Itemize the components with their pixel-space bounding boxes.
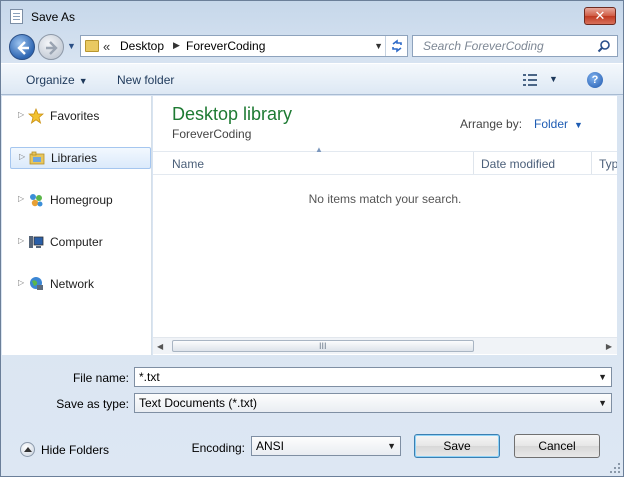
refresh-button[interactable] — [385, 36, 407, 56]
column-name[interactable]: Name — [172, 152, 204, 174]
forward-arrow-icon — [46, 41, 58, 55]
expand-arrow-icon[interactable]: ▷ — [18, 110, 24, 119]
breadcrumb-desktop[interactable]: Desktop — [120, 39, 164, 53]
resize-grip-icon[interactable] — [609, 462, 621, 474]
arrange-by-value: Folder — [534, 117, 569, 131]
hide-folders-label: Hide Folders — [41, 443, 110, 457]
arrange-by-label: Arrange by: — [460, 117, 523, 131]
refresh-icon — [391, 39, 402, 53]
chevron-down-icon: ▼ — [387, 441, 396, 451]
nav-label-homegroup: Homegroup — [50, 193, 113, 207]
file-list-pane: Desktop library ForeverCoding Arrange by… — [153, 96, 617, 355]
nav-item-homegroup[interactable]: ▷ Homegroup — [2, 189, 152, 211]
encoding-select[interactable]: ANSI ▼ — [251, 436, 401, 456]
command-toolbar: Organize ▼ New folder ▼ ? — [1, 63, 623, 95]
network-icon — [30, 277, 43, 290]
breadcrumb-forevercoding[interactable]: ForeverCoding — [186, 39, 265, 53]
help-icon[interactable]: ? — [587, 72, 603, 88]
file-name-value: *.txt — [139, 370, 160, 384]
column-divider[interactable] — [473, 152, 474, 174]
forward-button[interactable] — [38, 34, 64, 60]
library-subtitle: ForeverCoding — [172, 127, 252, 141]
expand-arrow-icon[interactable]: ▷ — [18, 236, 24, 245]
chevron-down-icon: ▼ — [78, 76, 88, 86]
view-options-dropdown-icon[interactable]: ▼ — [549, 74, 558, 84]
empty-message: No items match your search. — [308, 192, 462, 206]
title-bar: Save As ✕ — [1, 1, 623, 31]
file-name-field[interactable]: *.txt ▼ — [134, 367, 612, 387]
scroll-thumb[interactable]: III — [172, 340, 474, 352]
address-dropdown-icon[interactable]: ▼ — [374, 41, 383, 51]
address-bar[interactable]: « Desktop ▶ ForeverCoding ▼ — [80, 35, 408, 57]
organize-menu[interactable]: Organize ▼ — [26, 73, 88, 87]
nav-item-favorites[interactable]: ▷ Favorites — [2, 105, 152, 127]
breadcrumb-separator-icon[interactable]: ▶ — [173, 40, 180, 51]
column-divider[interactable] — [591, 152, 592, 174]
save-as-type-value: Text Documents (*.txt) — [139, 396, 258, 410]
expand-arrow-icon[interactable]: ▷ — [18, 278, 24, 287]
libraries-icon — [29, 151, 45, 165]
cancel-button[interactable]: Cancel — [514, 434, 600, 458]
save-as-type-select[interactable]: Text Documents (*.txt) ▼ — [134, 393, 612, 413]
expand-arrow-icon[interactable]: ▷ — [19, 152, 25, 161]
close-button[interactable]: ✕ — [584, 7, 616, 25]
nav-item-computer[interactable]: ▷ Computer — [2, 231, 152, 253]
chevron-down-icon[interactable]: ▼ — [598, 372, 607, 382]
arrange-by-dropdown[interactable]: Folder ▼ — [534, 117, 583, 131]
nav-label-network: Network — [50, 277, 95, 291]
column-header-row: ▲ Name Date modified Typ — [153, 145, 617, 175]
library-title: Desktop library — [172, 104, 293, 124]
encoding-value: ANSI — [256, 439, 285, 453]
file-name-label: File name: — [72, 371, 129, 385]
nav-label-libraries: Libraries — [51, 151, 98, 165]
scroll-grip: III — [319, 341, 327, 351]
search-placeholder: Search ForeverCoding — [423, 39, 544, 53]
chevron-down-icon: ▼ — [574, 120, 583, 130]
overflow-chevron[interactable]: « — [103, 39, 110, 54]
back-button[interactable] — [9, 34, 35, 60]
nav-item-network[interactable]: ▷ Network — [2, 273, 152, 295]
column-type[interactable]: Typ — [599, 152, 617, 174]
change-view-icon[interactable] — [523, 74, 539, 86]
nav-label-computer: Computer — [50, 235, 103, 249]
navigation-pane: ▷ Favorites ▷ Libraries ▷ Homegroup ▷ Co… — [2, 96, 152, 355]
scroll-left-icon[interactable]: ◀ — [157, 342, 163, 351]
encoding-label: Encoding: — [191, 441, 245, 455]
star-icon — [28, 108, 44, 124]
new-folder-button[interactable]: New folder — [117, 73, 174, 87]
homegroup-icon — [30, 194, 43, 207]
recent-pages-dropdown-icon[interactable]: ▼ — [67, 41, 76, 51]
notepad-icon — [10, 9, 23, 24]
collapse-up-icon — [20, 442, 35, 457]
nav-item-libraries[interactable]: ▷ Libraries — [10, 147, 151, 169]
nav-label-favorites: Favorites — [50, 109, 100, 123]
save-as-dialog: Save As ✕ ▼ « Desktop ▶ ForeverCoding ▼ — [0, 0, 624, 477]
computer-icon — [29, 236, 44, 248]
window-title: Save As — [31, 10, 76, 24]
back-arrow-icon — [17, 41, 29, 55]
sort-ascending-icon: ▲ — [315, 145, 323, 154]
save-as-type-label: Save as type: — [56, 397, 129, 411]
chevron-down-icon: ▼ — [598, 398, 607, 408]
save-button[interactable]: Save — [414, 434, 500, 458]
scroll-right-icon[interactable]: ▶ — [606, 342, 612, 351]
navigation-bar: ▼ « Desktop ▶ ForeverCoding ▼ Search For… — [1, 31, 623, 61]
column-date-modified[interactable]: Date modified — [481, 152, 555, 174]
horizontal-scrollbar[interactable]: ◀ III ▶ — [153, 337, 617, 354]
organize-label: Organize — [26, 73, 75, 87]
search-input[interactable]: Search ForeverCoding — [412, 35, 618, 57]
expand-arrow-icon[interactable]: ▷ — [18, 194, 24, 203]
folder-icon — [85, 40, 99, 52]
search-icon[interactable] — [597, 39, 611, 53]
